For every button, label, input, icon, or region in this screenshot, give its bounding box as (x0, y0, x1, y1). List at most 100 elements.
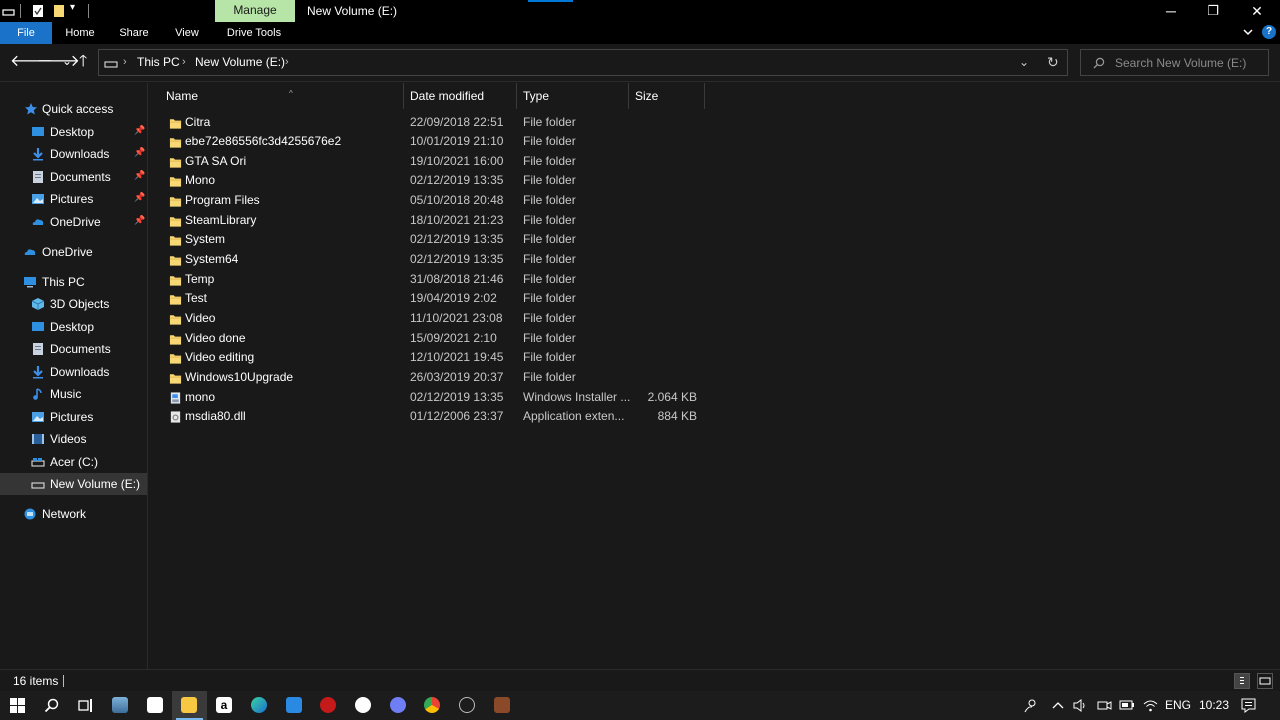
file-row[interactable]: Video editing 12/10/2021 19:45 File folder (161, 348, 721, 368)
taskbar-app-discord[interactable] (381, 691, 416, 720)
new-folder-icon[interactable] (53, 4, 65, 18)
sidebar-item-pictures[interactable]: Pictures 📌 (0, 188, 147, 210)
sidebar-item-documents[interactable]: Documents 📌 (0, 166, 147, 188)
file-row[interactable]: Windows10Upgrade 26/03/2019 20:37 File fol… (161, 368, 721, 388)
taskbar-app-edge[interactable] (242, 691, 277, 720)
file-row[interactable]: Video 11/10/2021 23:08 File folder (161, 309, 721, 329)
navigation-pane: Quick access Desktop 📌 Downloads 📌 Docum… (0, 83, 148, 669)
column-header-size[interactable]: Size (629, 83, 705, 109)
tab-drive-tools[interactable]: Drive Tools (218, 22, 290, 44)
start-button[interactable] (0, 691, 35, 720)
details-view-button[interactable] (1234, 673, 1250, 689)
close-button[interactable]: ✕ (1234, 0, 1280, 22)
file-row[interactable]: msdia80.dll 01/12/2006 23:37 Application e… (161, 407, 721, 427)
sidebar-item-downloads[interactable]: Downloads 📌 (0, 143, 147, 165)
sidebar-item-documents-pc[interactable]: Documents (0, 338, 147, 360)
taskbar-app-file-explorer[interactable] (172, 691, 207, 720)
task-view-button[interactable] (68, 691, 103, 720)
sidebar-item-quick-access[interactable]: Quick access (0, 98, 147, 120)
file-row[interactable]: Test 19/04/2019 2:02 File folder (161, 289, 721, 309)
taskbar-app-steam[interactable] (450, 691, 485, 720)
sidebar-item-3d-objects[interactable]: 3D Objects (0, 293, 147, 315)
taskbar-app-chrome[interactable] (415, 691, 450, 720)
search-input[interactable] (1115, 50, 1265, 75)
file-row[interactable]: System64 02/12/2019 13:35 File folder (161, 250, 721, 270)
refresh-button[interactable]: ↻ (1047, 50, 1059, 75)
clock[interactable]: 10:23 (1199, 691, 1229, 720)
taskbar-app-photos[interactable] (103, 691, 138, 720)
file-row[interactable]: Mono 02/12/2019 13:35 File folder (161, 171, 721, 191)
taskbar-app-amazon[interactable]: a (207, 691, 242, 720)
tab-share[interactable]: Share (112, 22, 156, 44)
taskbar-search-button[interactable] (34, 691, 69, 720)
up-button[interactable]: 🡑 (79, 53, 87, 71)
forward-button[interactable]: 🡒 (37, 53, 80, 71)
meet-now-icon[interactable] (1097, 698, 1112, 713)
breadcrumb-separator[interactable]: › (182, 50, 186, 75)
sidebar-item-label: Desktop (50, 124, 95, 139)
sidebar-item-desktop[interactable]: Desktop 📌 (0, 121, 147, 143)
sidebar-item-label: Pictures (50, 409, 94, 424)
sidebar-item-this-pc[interactable]: This PC (0, 271, 147, 293)
volume-icon[interactable] (1072, 698, 1088, 713)
column-header-name[interactable]: Name ^ (160, 83, 404, 109)
tab-manage[interactable]: Manage (215, 0, 295, 22)
taskbar-app-whatsapp[interactable] (346, 691, 381, 720)
sidebar-item-downloads-pc[interactable]: Downloads (0, 361, 147, 383)
sidebar-item-pictures-pc[interactable]: Pictures (0, 406, 147, 428)
minimize-button[interactable]: ─ (1148, 0, 1194, 22)
taskbar-app-power[interactable] (311, 691, 346, 720)
folder-icon (169, 256, 182, 266)
sidebar-item-new-volume-e[interactable]: New Volume (E:) (0, 473, 147, 495)
breadcrumb-separator[interactable]: › (285, 50, 289, 75)
people-icon[interactable] (1023, 698, 1038, 713)
help-icon[interactable]: ? (1262, 25, 1276, 39)
sidebar-item-onedrive-quick[interactable]: OneDrive 📌 (0, 211, 147, 233)
file-row[interactable]: Citra 22/09/2018 22:51 File folder (161, 113, 721, 133)
file-row[interactable]: System 02/12/2019 13:35 File folder (161, 230, 721, 250)
chevron-down-icon[interactable] (1242, 26, 1254, 38)
tab-view[interactable]: View (166, 22, 208, 44)
address-bar[interactable]: › This PC › New Volume (E:) › ⌄ ↻ (98, 49, 1068, 76)
sidebar-item-acer-c[interactable]: Acer (C:) (0, 451, 147, 473)
file-row[interactable]: GTA SA Ori 19/10/2021 16:00 File folder (161, 152, 721, 172)
breadcrumb-new-volume[interactable]: New Volume (E:) (195, 50, 285, 75)
sidebar-item-music[interactable]: Music (0, 383, 147, 405)
properties-icon[interactable] (32, 4, 44, 18)
file-row[interactable]: Temp 31/08/2018 21:46 File folder (161, 270, 721, 290)
customize-toolbar-icon[interactable]: ▾ (70, 2, 75, 13)
taskbar-app-mail[interactable] (277, 691, 312, 720)
notifications-icon[interactable] (1241, 698, 1256, 713)
file-row[interactable]: Video done 15/09/2021 2:10 File folder (161, 329, 721, 349)
download-icon (33, 148, 43, 161)
drive-icon (31, 457, 45, 467)
language-indicator[interactable]: ENG (1165, 691, 1191, 720)
restore-button[interactable]: ❐ (1190, 0, 1236, 22)
sidebar-item-desktop-pc[interactable]: Desktop (0, 316, 147, 338)
breadcrumb-this-pc[interactable]: This PC (137, 50, 180, 75)
file-row[interactable]: SteamLibrary 18/10/2021 21:23 File folder (161, 211, 721, 231)
recent-locations-button[interactable]: ⌄ (62, 52, 72, 70)
file-name: Citra (185, 114, 211, 129)
wifi-icon[interactable] (1143, 698, 1158, 713)
column-header-type[interactable]: Type (517, 83, 629, 109)
battery-icon[interactable] (1119, 699, 1135, 711)
file-type: File folder (523, 252, 576, 267)
tab-home[interactable]: Home (56, 22, 104, 44)
sidebar-item-onedrive[interactable]: OneDrive (0, 241, 147, 263)
address-dropdown-button[interactable]: ⌄ (1019, 50, 1029, 75)
sidebar-item-videos[interactable]: Videos (0, 428, 147, 450)
show-hidden-icons-icon[interactable] (1052, 700, 1064, 710)
file-type: File folder (523, 212, 576, 227)
file-row[interactable]: Program Files 05/10/2018 20:48 File folder (161, 191, 721, 211)
taskbar-app-store[interactable] (138, 691, 173, 720)
column-header-date[interactable]: Date modified (404, 83, 517, 109)
taskbar-app-game[interactable] (485, 691, 520, 720)
large-icons-view-button[interactable] (1257, 673, 1273, 689)
file-type: File folder (523, 330, 576, 345)
sidebar-item-network[interactable]: Network (0, 503, 147, 525)
tab-file[interactable]: File (0, 22, 52, 44)
file-row[interactable]: mono 02/12/2019 13:35 Windows Installer ..… (161, 388, 721, 408)
file-row[interactable]: ebe72e86556fc3d4255676e2 10/01/2019 21:10… (161, 132, 721, 152)
breadcrumb-separator[interactable]: › (123, 50, 127, 75)
